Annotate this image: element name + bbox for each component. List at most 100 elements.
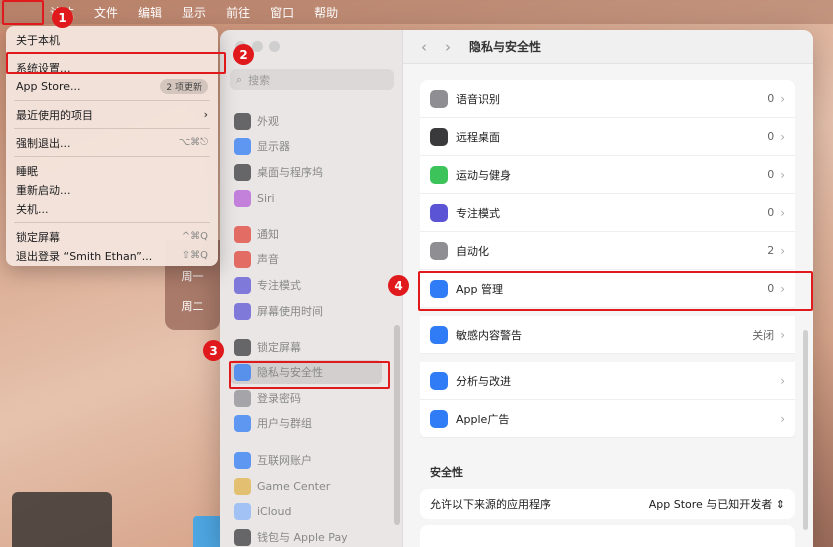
notification-icon <box>234 225 251 243</box>
sidebar-item-label: 用户与群组 <box>257 417 312 430</box>
eye-icon <box>430 325 448 344</box>
highlight-apple-menu <box>2 0 44 25</box>
sidebar-item-label: 专注模式 <box>257 279 301 292</box>
sidebar-item[interactable]: iCloud <box>230 499 382 523</box>
password-icon <box>234 389 251 407</box>
row-value: 关闭 <box>752 328 775 342</box>
sidebar-item[interactable]: Siri <box>230 186 382 210</box>
icloud-icon <box>234 502 251 520</box>
search-icon: ⌕ <box>236 72 243 86</box>
chevron-right-icon: › <box>780 205 785 220</box>
megaphone-icon <box>430 409 448 428</box>
sidebar-item[interactable]: Game Center <box>230 474 382 498</box>
settings-row[interactable]: 运动与健身 0 › <box>420 156 795 194</box>
menu-item-label: 关机... <box>16 202 49 216</box>
section-title: 安全性 <box>430 466 463 479</box>
menu-view[interactable]: 显示 <box>172 0 216 24</box>
sidebar-item[interactable]: 锁定屏幕 <box>230 335 382 359</box>
content-scrollbar[interactable] <box>803 330 808 530</box>
settings-row[interactable]: 远程桌面 0 › <box>420 118 795 156</box>
menu-separator <box>14 100 210 101</box>
row-label: 语音识别 <box>456 92 500 106</box>
zoom-button[interactable] <box>269 41 280 52</box>
allow-apps-row: 允许以下来源的应用程序 App Store 与已知开发者 ⇕ <box>420 489 795 519</box>
menu-separator <box>14 222 210 223</box>
settings-row[interactable]: 自动化 2 › <box>420 232 795 270</box>
sidebar-item[interactable]: 外观 <box>230 109 382 133</box>
menu-separator <box>14 128 210 129</box>
back-icon[interactable]: ‹ <box>421 38 427 56</box>
row-value: 0 <box>767 130 775 143</box>
row-label: 自动化 <box>456 244 489 258</box>
menu-item-label: App Store... <box>16 80 81 93</box>
sidebar-item[interactable]: 钱包与 Apple Pay <box>230 525 382 547</box>
row-label: 敏感内容警告 <box>456 328 522 342</box>
annotation-3: 3 <box>203 340 224 361</box>
menu-edit[interactable]: 编辑 <box>128 0 172 24</box>
menu-item-shutdown[interactable]: 关机... <box>6 199 218 218</box>
sidebar-item-label: 互联网账户 <box>257 454 312 467</box>
menu-item-recent[interactable]: 最近使用的项目 › <box>6 105 218 124</box>
sidebar-item[interactable]: 声音 <box>230 247 382 271</box>
row-label: 远程桌面 <box>456 130 500 144</box>
sidebar-item-label: 锁定屏幕 <box>257 341 301 354</box>
menu-window[interactable]: 窗口 <box>260 0 304 24</box>
chevron-right-icon: › <box>780 373 785 388</box>
menu-item-appstore[interactable]: App Store... 2 项更新 <box>6 77 218 96</box>
window-thumbnail[interactable] <box>12 492 112 547</box>
sidebar-item-label: Game Center <box>257 479 331 493</box>
sidebar-item-label: iCloud <box>257 504 292 518</box>
minimize-button[interactable] <box>252 41 263 52</box>
settings-row[interactable]: 专注模式 0 › <box>420 194 795 232</box>
wallet-icon <box>234 528 251 546</box>
sidebar-item-label: 显示器 <box>257 140 290 153</box>
menu-help[interactable]: 帮助 <box>304 0 348 24</box>
calendar-day: 周一 <box>181 270 204 283</box>
row-value: 0 <box>767 168 775 181</box>
shortcut-label: ^⌘Q <box>181 231 208 242</box>
row-label: 分析与改进 <box>456 374 511 388</box>
fitness-icon <box>430 165 448 184</box>
sidebar-item[interactable]: 互联网账户 <box>230 448 382 472</box>
settings-row[interactable]: Apple广告 › <box>420 400 795 438</box>
menu-item-lock[interactable]: 锁定屏幕 ^⌘Q <box>6 227 218 246</box>
allow-apps-label: 允许以下来源的应用程序 <box>430 498 551 511</box>
sidebar-item-label: 登录密码 <box>257 392 301 405</box>
menu-item-sleep[interactable]: 睡眠 <box>6 161 218 180</box>
sidebar-item-label: 通知 <box>257 228 279 241</box>
gamecenter-icon <box>234 477 251 495</box>
chevron-right-icon: › <box>780 327 785 342</box>
shortcut-label: ⌥⌘⎋ <box>178 137 208 148</box>
search-field[interactable]: ⌕ 搜索 <box>230 69 394 90</box>
menu-item-restart[interactable]: 重新启动... <box>6 180 218 199</box>
folder-icon[interactable] <box>193 516 223 547</box>
settings-row[interactable]: 敏感内容警告 关闭 › <box>420 316 795 354</box>
group-gap <box>420 354 795 362</box>
settings-row[interactable]: 语音识别 0 › <box>420 80 795 118</box>
sidebar-item[interactable]: 显示器 <box>230 134 382 158</box>
row-value: 2 <box>767 244 775 257</box>
menu-item-label: 最近使用的项目 <box>16 108 93 122</box>
menu-item-force-quit[interactable]: 强制退出... ⌥⌘⎋ <box>6 133 218 152</box>
settings-row[interactable]: 分析与改进 › <box>420 362 795 400</box>
allow-apps-select[interactable]: App Store 与已知开发者 ⇕ <box>649 496 785 512</box>
dock-icon <box>234 163 251 181</box>
appearance-icon <box>234 112 251 130</box>
forward-icon[interactable]: › <box>445 38 451 56</box>
menu-item-logout[interactable]: 退出登录 “Smith Ethan”... ⇧⌘Q <box>6 246 218 265</box>
focus-icon <box>234 276 251 294</box>
menu-go[interactable]: 前往 <box>216 0 260 24</box>
sidebar-item[interactable]: 通知 <box>230 222 382 246</box>
menu-item-about[interactable]: 关于本机 <box>6 30 218 49</box>
sidebar-item[interactable]: 屏幕使用时间 <box>230 299 382 323</box>
sidebar-item[interactable]: 专注模式 <box>230 273 382 297</box>
sidebar-item[interactable]: 用户与群组 <box>230 411 382 435</box>
row-label: 专注模式 <box>456 206 500 220</box>
row-label: Apple广告 <box>456 412 510 426</box>
sidebar-item[interactable]: 登录密码 <box>230 386 382 410</box>
sidebar-scrollbar[interactable] <box>394 325 400 525</box>
sidebar-item[interactable]: 桌面与程序坞 <box>230 160 382 184</box>
binoculars-icon <box>430 127 448 146</box>
menu-item-label: 退出登录 “Smith Ethan”... <box>16 249 153 263</box>
menu-file[interactable]: 文件 <box>84 0 128 24</box>
